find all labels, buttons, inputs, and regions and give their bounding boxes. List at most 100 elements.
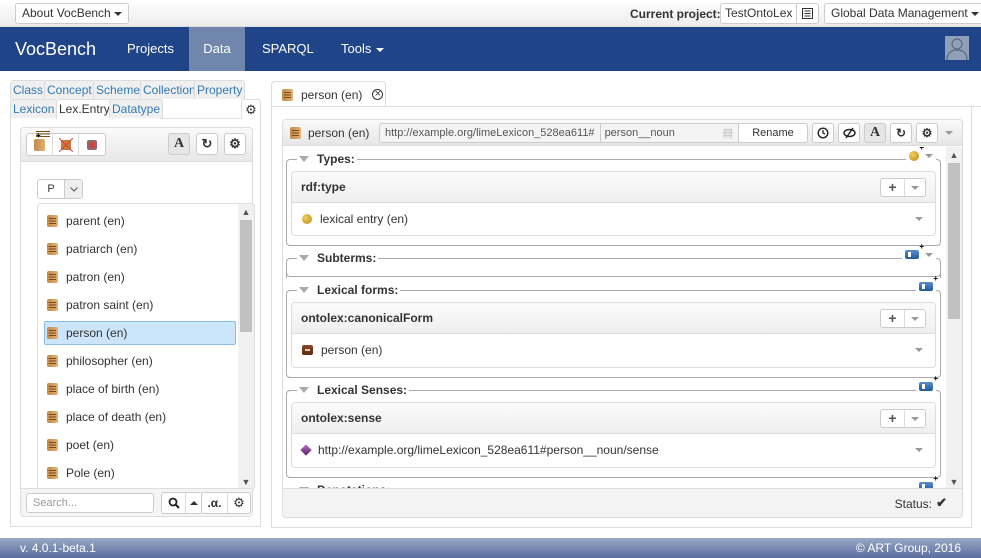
section-menu-icon[interactable] xyxy=(925,154,933,158)
user-avatar[interactable] xyxy=(945,36,969,60)
add-value-menu[interactable] xyxy=(905,179,925,196)
gear-icon: ⚙ xyxy=(245,101,257,117)
plus-icon[interactable]: + xyxy=(881,310,905,327)
value-menu-icon[interactable] xyxy=(915,217,923,221)
nav-data[interactable]: Data xyxy=(189,27,245,71)
refresh-button[interactable]: ↻ xyxy=(890,123,912,143)
section-menu-icon[interactable] xyxy=(925,252,933,257)
add-type-icon[interactable] xyxy=(909,147,924,161)
add-subterm-icon[interactable] xyxy=(905,242,924,259)
tree-settings-button[interactable]: ⚙ xyxy=(224,133,246,155)
resource-tab-person[interactable]: person (en) × xyxy=(271,81,386,107)
inference-toggle-button[interactable] xyxy=(838,123,860,143)
resource-view-body: Types: rdf:type + lexical entry (en) Sub… xyxy=(283,147,947,490)
current-project-box[interactable]: TestOntoLex xyxy=(720,3,819,24)
search-settings-button[interactable]: ⚙ xyxy=(228,493,250,513)
list-item[interactable]: patriarch (en) xyxy=(44,237,236,261)
value-row[interactable]: person (en) xyxy=(292,334,935,366)
list-item[interactable]: patron (en) xyxy=(44,265,236,289)
current-project-label: Current project: xyxy=(630,7,721,21)
caret-down-icon xyxy=(113,11,122,16)
resource-view-settings-button[interactable]: ⚙ xyxy=(916,123,938,143)
close-tab-icon[interactable]: × xyxy=(372,89,384,100)
section-types-title[interactable]: Types: xyxy=(297,152,357,166)
add-value-button[interactable]: + xyxy=(880,409,926,428)
tabs-settings-button[interactable]: ⚙ xyxy=(241,99,261,119)
section-forms-title[interactable]: Lexical forms: xyxy=(297,283,401,297)
search-options-button[interactable] xyxy=(186,493,202,513)
list-item-label: philosopher (en) xyxy=(66,354,153,368)
value-menu-icon[interactable] xyxy=(915,348,923,352)
list-item[interactable]: person (en) xyxy=(44,321,236,345)
value-menu-icon[interactable] xyxy=(915,448,923,452)
predicate-label[interactable]: ontolex:sense xyxy=(301,411,382,425)
add-value-button[interactable]: + xyxy=(880,309,926,328)
list-scrollbar[interactable]: ▲ ▼ xyxy=(238,204,254,490)
search-button[interactable] xyxy=(162,493,186,513)
brand-logo[interactable]: VocBench xyxy=(15,39,96,60)
nav-projects[interactable]: Projects xyxy=(112,27,189,71)
copy-iri-icon[interactable]: ▤ xyxy=(723,124,733,142)
status-ok-icon[interactable]: ✔ xyxy=(936,495,947,511)
section-lexical-forms: Lexical forms: ontolex:canonicalForm + p… xyxy=(286,274,941,378)
list-item[interactable]: place of birth (en) xyxy=(44,377,236,401)
tab-property[interactable]: Property xyxy=(194,80,246,99)
scroll-up-icon[interactable]: ▲ xyxy=(238,204,254,220)
list-item[interactable]: parent (en) xyxy=(44,209,236,233)
lexical-entry-icon xyxy=(47,411,58,423)
index-letter-select[interactable]: P xyxy=(37,179,83,199)
nav-tools[interactable]: Tools xyxy=(326,27,399,71)
predicate-label[interactable]: ontolex:canonicalForm xyxy=(301,311,433,325)
section-forms-tools xyxy=(916,274,938,291)
tab-scheme[interactable]: Scheme xyxy=(93,80,144,99)
add-form-icon[interactable] xyxy=(919,274,938,291)
delete-entry-button[interactable] xyxy=(53,134,79,155)
resource-view-scrollbar[interactable]: ▲ ▼ xyxy=(946,147,962,490)
list-item[interactable]: Pole (en) xyxy=(44,461,236,485)
iri-localname-input[interactable]: person__noun ▤ xyxy=(601,124,738,142)
rendering-toggle-button[interactable]: A xyxy=(864,123,886,143)
plus-icon[interactable]: + xyxy=(881,179,905,196)
tab-concept[interactable]: Concept xyxy=(44,80,95,99)
about-label: About VocBench xyxy=(22,6,111,20)
value-row[interactable]: http://example.org/limeLexicon_528ea611#… xyxy=(292,434,935,466)
project-list-icon[interactable] xyxy=(796,4,818,23)
rendering-toggle-button[interactable]: A xyxy=(168,133,190,155)
list-item[interactable]: poet (en) xyxy=(44,433,236,457)
value-label: lexical entry (en) xyxy=(320,212,409,226)
rename-button[interactable]: Rename xyxy=(738,123,808,143)
about-vocbench-dropdown[interactable]: About VocBench xyxy=(15,3,129,24)
tab-lexicon[interactable]: Lexicon xyxy=(10,99,58,118)
plus-icon[interactable]: + xyxy=(881,410,905,427)
list-item[interactable]: place of death (en) xyxy=(44,405,236,429)
tab-datatype[interactable]: Datatype xyxy=(109,99,164,118)
section-senses-title[interactable]: Lexical Senses: xyxy=(297,383,410,397)
tab-collection[interactable]: Collection xyxy=(140,80,199,99)
create-entry-button[interactable] xyxy=(27,130,53,155)
add-sense-icon[interactable] xyxy=(919,374,938,391)
add-value-menu[interactable] xyxy=(905,410,925,427)
value-row[interactable]: lexical entry (en) xyxy=(292,203,935,235)
search-input[interactable]: Search... xyxy=(26,493,154,513)
history-button[interactable] xyxy=(812,123,834,143)
scroll-up-icon[interactable]: ▲ xyxy=(946,147,962,163)
list-item[interactable]: patron saint (en) xyxy=(44,293,236,317)
tab-class[interactable]: Class xyxy=(10,80,47,99)
alpha-sort-button[interactable]: .α. xyxy=(202,493,228,513)
add-value-menu[interactable] xyxy=(905,310,925,327)
add-value-button[interactable]: + xyxy=(880,178,926,197)
nav-sparql[interactable]: SPARQL xyxy=(247,27,329,71)
refresh-button[interactable]: ↻ xyxy=(196,133,218,155)
predicate-label[interactable]: rdf:type xyxy=(301,180,346,194)
list-item[interactable]: philosopher (en) xyxy=(44,349,236,373)
deprecate-entry-button[interactable] xyxy=(79,134,105,155)
tab-lex-entry[interactable]: Lex.Entry xyxy=(56,99,113,119)
section-subterms-title[interactable]: Subterms: xyxy=(297,251,379,265)
collapse-triangle-icon xyxy=(299,255,309,261)
list-item-label: patron (en) xyxy=(66,270,125,284)
list-item-label: parent (en) xyxy=(66,214,125,228)
scrollbar-thumb[interactable] xyxy=(948,163,960,319)
more-options-icon[interactable] xyxy=(945,131,953,135)
global-data-management-dropdown[interactable]: Global Data Management xyxy=(824,3,981,24)
scrollbar-thumb[interactable] xyxy=(240,220,252,332)
